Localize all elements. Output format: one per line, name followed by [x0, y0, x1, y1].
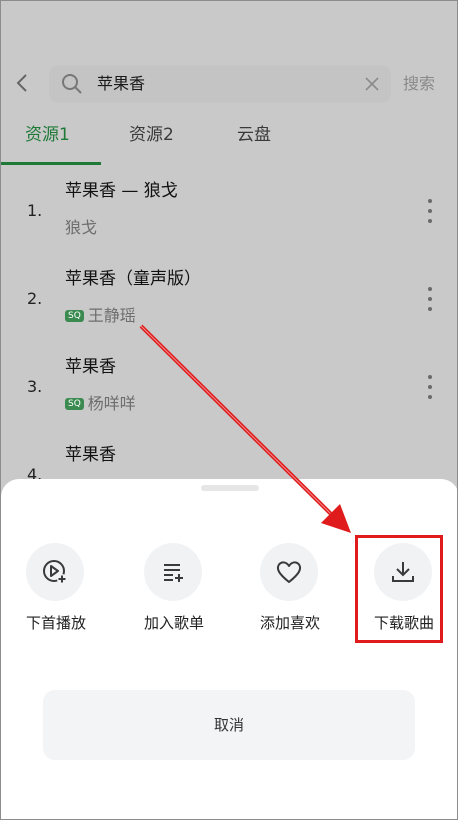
- search-input[interactable]: 苹果香: [49, 65, 391, 103]
- song-title: 苹果香: [65, 357, 116, 377]
- song-artist: SQ 杨咩咩: [65, 393, 136, 415]
- action-bottom-sheet: 下首播放 加入歌单 添加喜欢 下载歌曲 取消: [1, 479, 457, 819]
- quality-badge: SQ: [65, 398, 84, 410]
- song-number: 3.: [27, 377, 43, 396]
- add-favorite-label: 添加喜欢: [259, 614, 320, 632]
- artist-name: 杨咩咩: [87, 394, 136, 413]
- clear-icon[interactable]: [363, 75, 381, 93]
- more-options-icon[interactable]: [427, 375, 433, 401]
- add-to-playlist-icon: [144, 543, 202, 601]
- list-item[interactable]: 2. 苹果香（童声版） SQ 王静瑶: [1, 267, 457, 355]
- list-item[interactable]: 3. 苹果香 SQ 杨咩咩: [1, 355, 457, 443]
- back-arrow-icon[interactable]: [13, 73, 33, 93]
- song-number: 2.: [27, 289, 43, 308]
- tab-cloud-disk[interactable]: 云盘: [237, 123, 271, 147]
- song-title: 苹果香 — 狼戈: [65, 181, 178, 201]
- more-options-icon[interactable]: [427, 199, 433, 225]
- sheet-drag-handle[interactable]: [201, 485, 259, 491]
- more-options-icon[interactable]: [427, 287, 433, 313]
- song-title: 苹果香: [65, 445, 116, 465]
- list-item[interactable]: 1. 苹果香 — 狼戈 狼戈: [1, 179, 457, 267]
- song-title: 苹果香（童声版）: [65, 269, 201, 289]
- play-next-icon: [26, 543, 84, 601]
- artist-name: 王静瑶: [87, 306, 136, 325]
- add-to-playlist-label: 加入歌单: [143, 614, 204, 632]
- source-tabs: 资源1 资源2 云盘: [1, 119, 457, 165]
- song-number: 1.: [27, 201, 43, 220]
- annotation-highlight-box: [355, 535, 443, 643]
- search-button[interactable]: 搜索: [403, 73, 435, 95]
- search-icon: [62, 74, 82, 94]
- tab-source-2[interactable]: 资源2: [129, 123, 174, 147]
- artist-name: 狼戈: [65, 218, 98, 237]
- play-next-label: 下首播放: [25, 614, 86, 632]
- song-artist: SQ 王静瑶: [65, 305, 136, 327]
- search-query-text: 苹果香: [97, 74, 146, 93]
- heart-icon: [260, 543, 318, 601]
- cancel-button[interactable]: 取消: [43, 690, 415, 760]
- song-artist: 狼戈: [65, 217, 97, 239]
- app-screen: 苹果香 搜索 资源1 资源2 云盘 1. 苹果香 — 狼戈 狼戈 2. 苹果香（…: [0, 0, 458, 820]
- tab-source-1[interactable]: 资源1: [25, 123, 70, 147]
- active-tab-indicator: [1, 162, 101, 165]
- quality-badge: SQ: [65, 310, 84, 322]
